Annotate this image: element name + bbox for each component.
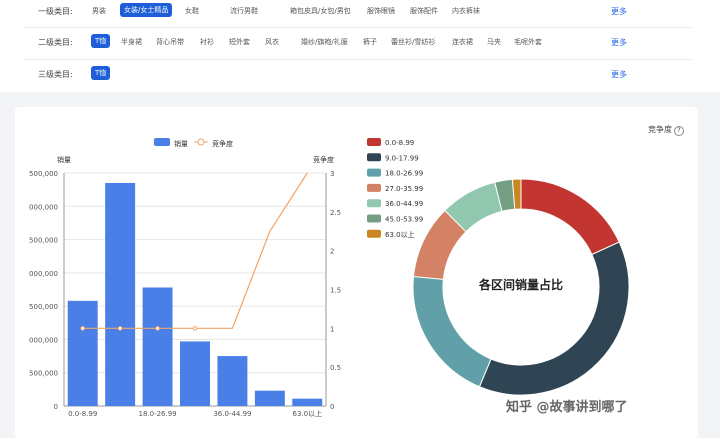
sales-competition-chart: 销量 竞争度销量 竞争度0500,000000,000500,000000,0005… xyxy=(29,138,341,418)
x-tick-label: 63.0以上 xyxy=(292,409,322,418)
line-point xyxy=(192,326,198,331)
y2-tick-label: 2.5 xyxy=(330,209,341,217)
y2-tick-label: 1 xyxy=(330,325,334,333)
legend-label: 45.0-53.99 xyxy=(385,216,423,224)
x-tick-label: 18.0-26.99 xyxy=(138,410,176,418)
donut-slice xyxy=(412,275,492,388)
y2-tick-label: 0 xyxy=(330,403,334,411)
legend-swatch xyxy=(367,183,381,192)
y-tick-label: 0 xyxy=(54,403,58,411)
y-tick-label: 500,000 xyxy=(29,237,58,245)
y2-tick-label: 1.5 xyxy=(330,287,341,295)
legend-swatch xyxy=(367,168,381,177)
y-tick-label: 000,000 xyxy=(29,203,58,211)
legend-line-marker xyxy=(197,138,205,146)
y2-tick-label: 3 xyxy=(330,170,334,178)
donut-slice xyxy=(478,241,630,396)
legend-label: 9.0-17.99 xyxy=(385,154,419,162)
legend-swatch xyxy=(367,229,381,238)
watermark: 知乎 @故事讲到哪了 xyxy=(506,400,628,415)
line-point xyxy=(80,326,86,331)
y-tick-label: 500,000 xyxy=(29,303,58,311)
line-point xyxy=(117,326,123,331)
legend-bar-swatch xyxy=(154,138,170,146)
legend-item: 销量 xyxy=(174,139,188,148)
bar xyxy=(105,182,136,406)
x-tick-label: 36.0-44.99 xyxy=(213,410,251,418)
donut-center-label: 各区间销量占比 xyxy=(478,277,563,292)
y2-tick-label: 2 xyxy=(330,248,334,256)
y-tick-label: 500,000 xyxy=(29,170,58,178)
donut-slice xyxy=(520,178,620,256)
y2-tick-label: 0.5 xyxy=(330,364,341,372)
bar xyxy=(142,287,173,406)
y-tick-label: 000,000 xyxy=(29,336,58,344)
y2-axis-label: 竞争度 xyxy=(313,155,334,164)
legend-label: 18.0-26.99 xyxy=(385,170,423,178)
charts-canvas: 销量 竞争度销量 竞争度0500,000000,000500,000000,0005… xyxy=(29,138,630,418)
legend-label: 0.0-8.99 xyxy=(385,139,414,147)
y-axis-label: 销量 xyxy=(57,155,71,164)
legend-label: 63.0以上 xyxy=(385,230,415,239)
bar xyxy=(217,356,248,406)
legend-label: 27.0-35.99 xyxy=(385,185,423,193)
line-point xyxy=(155,326,160,331)
legend-swatch xyxy=(367,199,381,208)
bar xyxy=(254,390,285,406)
legend-swatch xyxy=(367,138,381,146)
legend-label: 36.0-44.99 xyxy=(385,200,423,208)
bar xyxy=(292,398,323,406)
y-tick-label: 500,000 xyxy=(29,370,58,378)
x-tick-label: 0.0-8.99 xyxy=(68,410,97,418)
legend-swatch xyxy=(367,214,381,223)
price-range-donut-chart: 各区间销量占比 0.0-8.99 9.0-17.99 18.0-26.99 27.0-3… xyxy=(367,138,630,396)
legend-swatch xyxy=(367,153,381,162)
bar xyxy=(180,341,210,406)
legend-item: 竞争度 xyxy=(212,139,233,148)
bar xyxy=(67,300,98,406)
y-tick-label: 000,000 xyxy=(29,270,58,278)
